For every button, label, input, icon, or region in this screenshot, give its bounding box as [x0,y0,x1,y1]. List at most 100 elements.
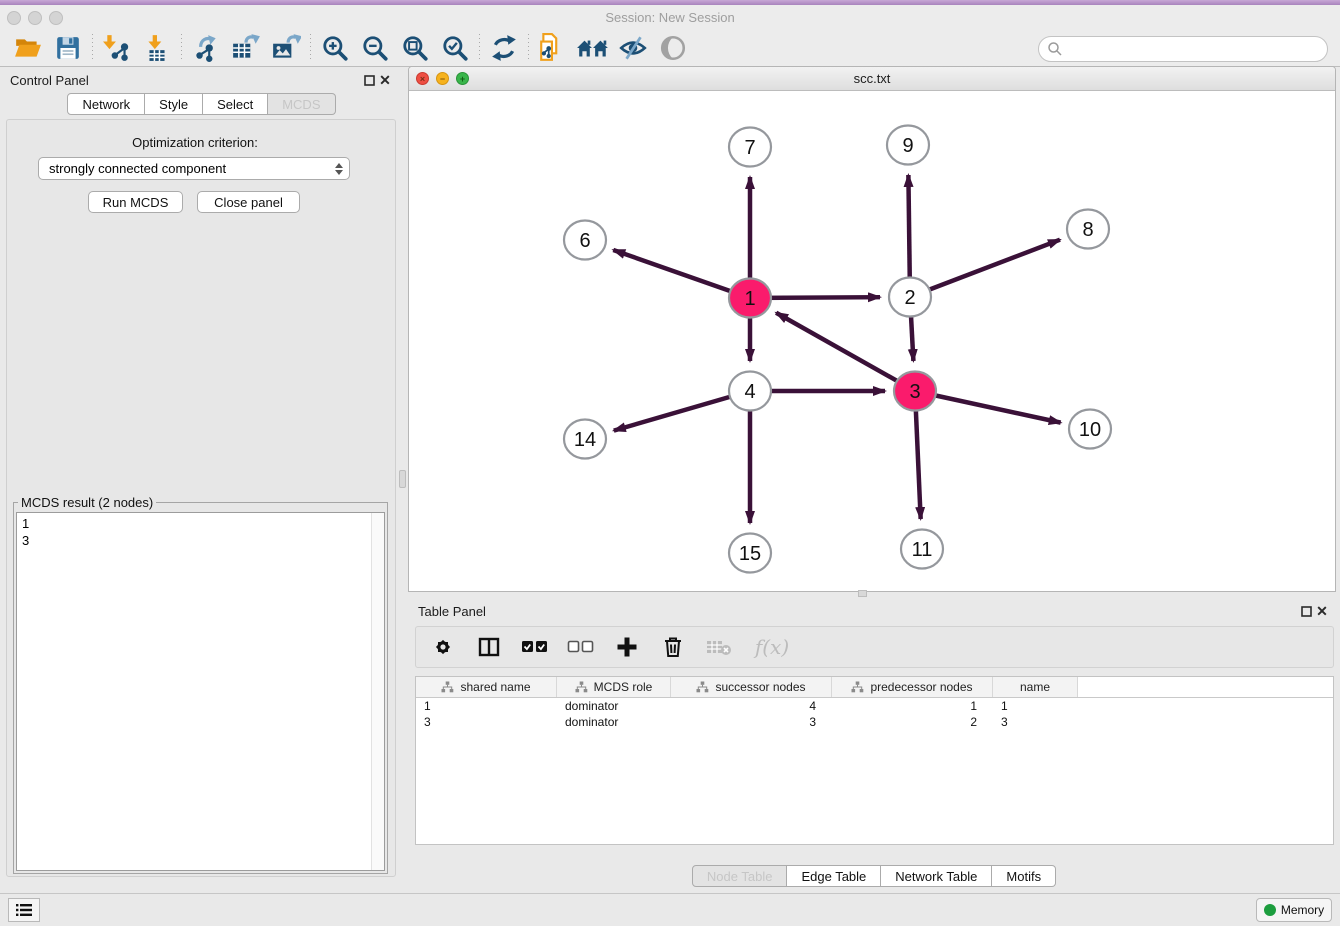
table-cell[interactable]: 4 [671,698,832,714]
graph-node-4[interactable]: 4 [729,372,771,411]
table-cell[interactable]: dominator [557,698,671,714]
table-settings-button[interactable] [428,632,458,662]
mcds-result-text[interactable]: 1 3 [16,512,385,871]
tab-select[interactable]: Select [203,93,268,115]
close-panel-icon[interactable]: ✕ [377,72,393,88]
tab-network[interactable]: Network [67,93,145,115]
task-history-button[interactable] [8,898,40,922]
selected-criterion: strongly connected component [49,161,335,176]
network-minimize-button[interactable]: − [436,72,449,85]
unchecked-boxes-icon [567,638,595,656]
open-file-button[interactable] [8,32,48,64]
graph-node-14[interactable]: 14 [564,420,606,459]
deselect-all-columns-button[interactable] [566,632,596,662]
horizontal-splitter-handle[interactable] [858,590,867,597]
run-mcds-button[interactable]: Run MCDS [88,191,183,213]
zoom-selected-button[interactable] [435,32,475,64]
search-input[interactable] [1063,39,1327,59]
columns-icon [477,635,501,659]
window-zoom-button[interactable] [49,11,63,25]
table-cell[interactable]: 3 [671,714,832,730]
delete-table-button[interactable] [704,632,734,662]
graph-node-15[interactable]: 15 [729,534,771,573]
zoom-out-button[interactable] [355,32,395,64]
window-close-button[interactable] [7,11,21,25]
zoom-in-button[interactable] [315,32,355,64]
table-cell[interactable]: dominator [557,714,671,730]
graph-node-11[interactable]: 11 [901,530,943,569]
tab-mcds[interactable]: MCDS [268,93,335,115]
graph-node-7[interactable]: 7 [729,128,771,167]
show-graphics-button[interactable] [653,32,693,64]
graph-node-9[interactable]: 9 [887,126,929,165]
save-button[interactable] [48,32,88,64]
export-network-button[interactable] [186,32,226,64]
tab-edge-table[interactable]: Edge Table [787,865,881,887]
network-maximize-button[interactable]: + [456,72,469,85]
plus-icon [615,635,639,659]
table-cell[interactable]: 1 [993,698,1078,714]
refresh-layout-button[interactable] [484,32,524,64]
import-table-button[interactable] [137,32,177,64]
column-header-predecessor-nodes[interactable]: predecessor nodes [832,677,993,697]
close-panel-button[interactable]: Close panel [197,191,300,213]
function-builder-button[interactable]: f(x) [750,632,794,662]
tab-network-table[interactable]: Network Table [881,865,992,887]
export-table-icon [231,34,261,62]
graph-node-label: 4 [744,381,755,403]
graph-canvas[interactable]: 7 9 6 8 1 2 4 3 14 10 15 11 [409,91,1335,591]
column-header-MCDS-role[interactable]: MCDS role [557,677,671,697]
export-table-button[interactable] [226,32,266,64]
graph-node-3[interactable]: 3 [894,372,936,411]
float-panel-icon[interactable] [361,72,377,88]
checked-boxes-icon [521,638,549,656]
tab-style[interactable]: Style [145,93,203,115]
graph-edge-3-10[interactable] [915,391,1061,423]
zoom-fit-button[interactable] [395,32,435,64]
show-column-button[interactable] [474,632,504,662]
select-all-columns-button[interactable] [520,632,550,662]
column-header-shared-name[interactable]: shared name [416,677,557,697]
hide-labels-button[interactable] [613,32,653,64]
delete-column-button[interactable] [658,632,688,662]
memory-button[interactable]: Memory [1256,898,1332,922]
list-icon [15,903,33,917]
graph-node-1[interactable]: 1 [729,279,771,318]
table-row[interactable]: 3dominator323 [416,714,1333,730]
vertical-splitter-handle[interactable] [399,470,406,488]
graph-node-6[interactable]: 6 [564,221,606,260]
graph-node-2[interactable]: 2 [889,278,931,317]
table-cell[interactable]: 1 [832,698,993,714]
table-header-row: shared nameMCDS rolesuccessor nodesprede… [416,677,1333,698]
home-button[interactable] [573,32,613,64]
table-toolbar: f(x) [415,626,1334,668]
column-header-successor-nodes[interactable]: successor nodes [671,677,832,697]
table-row[interactable]: 1dominator411 [416,698,1333,714]
close-table-panel-icon[interactable]: ✕ [1314,603,1330,619]
tab-node-table[interactable]: Node Table [692,865,788,887]
float-table-panel-icon[interactable] [1298,603,1314,619]
create-column-button[interactable] [612,632,642,662]
graph-node-10[interactable]: 10 [1069,410,1111,449]
column-header-name[interactable]: name [993,677,1078,697]
graph-edge-2-8[interactable] [910,240,1060,297]
network-close-button[interactable]: × [416,72,429,85]
export-image-button[interactable] [266,32,306,64]
mcds-result-scrollbar[interactable] [371,513,384,870]
table-cell[interactable]: 2 [832,714,993,730]
window-minimize-button[interactable] [28,11,42,25]
table-cell[interactable]: 3 [416,714,557,730]
table-cell[interactable]: 1 [416,698,557,714]
duplicate-network-button[interactable] [533,32,573,64]
memory-label: Memory [1281,903,1324,917]
import-network-button[interactable] [97,32,137,64]
graph-node-8[interactable]: 8 [1067,210,1109,249]
mcds-result-group: MCDS result (2 nodes) 1 3 [13,495,388,874]
table-cell[interactable]: 3 [993,714,1078,730]
graph-node-label: 15 [739,543,761,565]
export-network-icon [192,34,220,62]
network-view-window: × − + scc.txt 7968124314101511 [408,66,1336,592]
optimization-criterion-select[interactable]: strongly connected component [38,157,350,180]
graph-edge-3-1[interactable] [776,313,915,391]
tab-motifs[interactable]: Motifs [992,865,1056,887]
